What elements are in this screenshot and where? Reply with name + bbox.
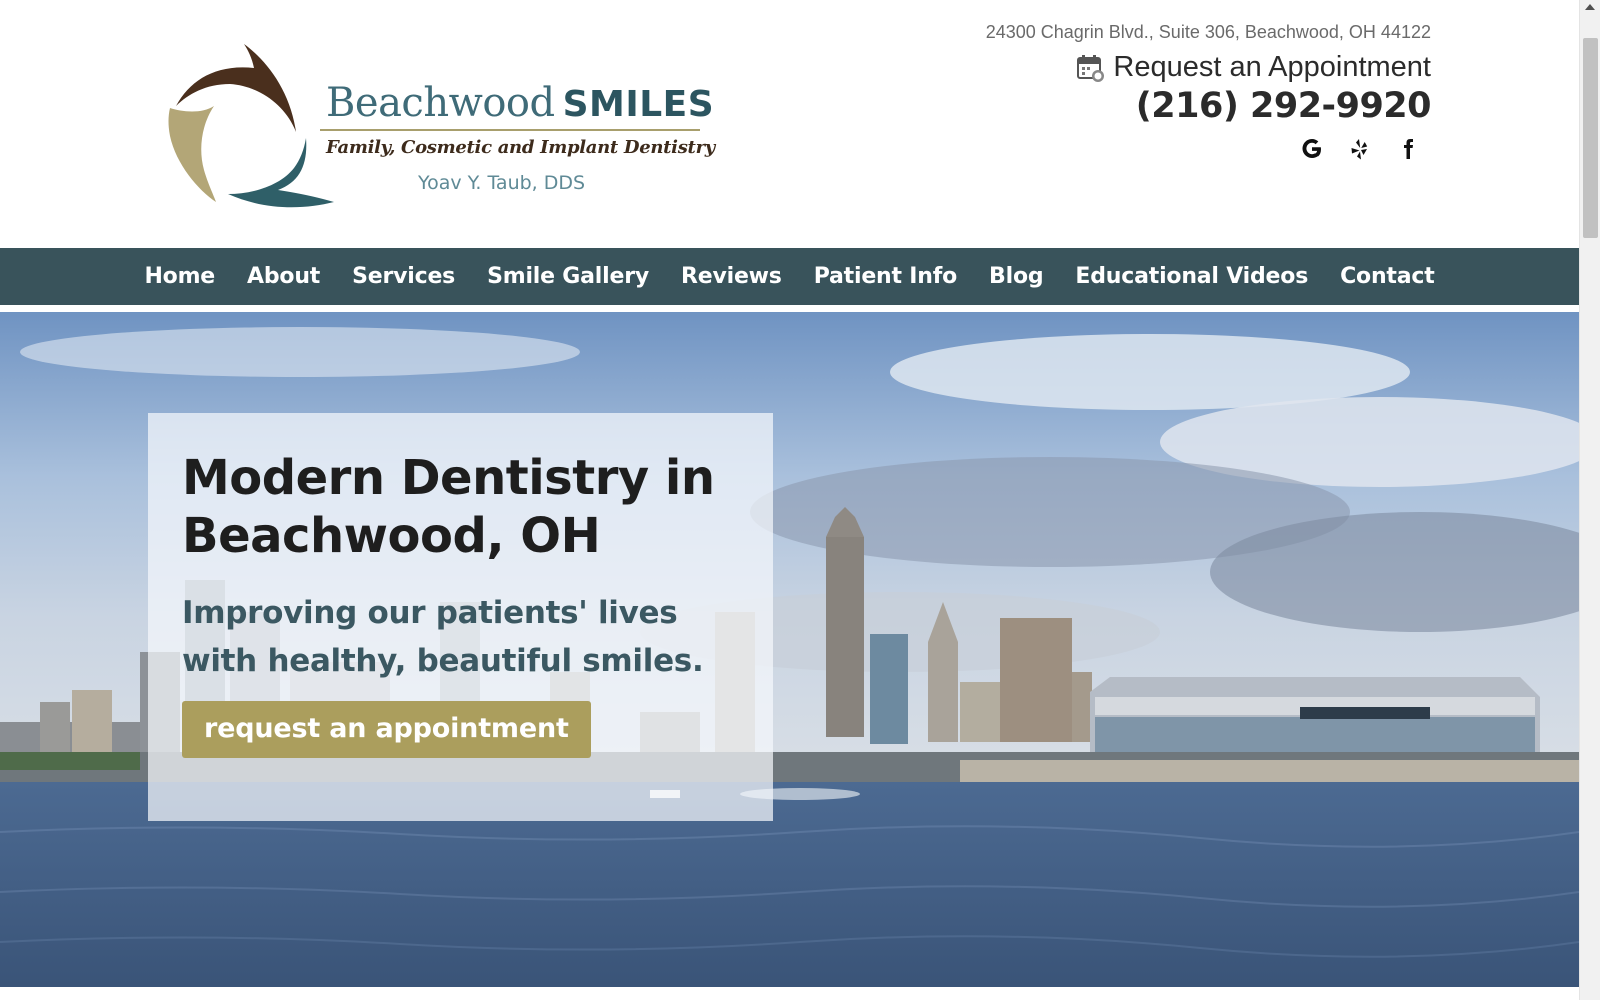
- header-contact: 24300 Chagrin Blvd., Suite 306, Beachwoo…: [985, 22, 1432, 162]
- logo[interactable]: Beachwood SMILES Family, Cosmetic and Imp…: [168, 40, 715, 210]
- scrollbar-thumb[interactable]: [1583, 38, 1598, 238]
- brand-name: Beachwood SMILES: [326, 80, 714, 126]
- site-header: Beachwood SMILES Family, Cosmetic and Imp…: [0, 0, 1579, 248]
- request-appointment-link[interactable]: Request an Appointment: [986, 51, 1431, 84]
- nav-item-about[interactable]: About: [231, 264, 336, 289]
- nav-item-educational-videos[interactable]: Educational Videos: [1059, 264, 1324, 289]
- request-appointment-button[interactable]: request an appointment: [182, 701, 591, 758]
- hero-title: Modern Dentistry in Beachwood, OH: [182, 450, 715, 564]
- main-nav: Home About Services Smile Gallery Review…: [0, 248, 1579, 305]
- doctor-name: Yoav Y. Taub, DDS: [418, 172, 586, 194]
- social-links: [986, 136, 1431, 162]
- calendar-icon: [1077, 54, 1105, 82]
- nav-item-contact[interactable]: Contact: [1324, 264, 1450, 289]
- brand-divider: [320, 129, 700, 131]
- nav-item-smile-gallery[interactable]: Smile Gallery: [471, 264, 665, 289]
- nav-item-home[interactable]: Home: [128, 264, 231, 289]
- brand-tagline: Family, Cosmetic and Implant Dentistry: [326, 137, 715, 158]
- hero-banner: Modern Dentistry in Beachwood, OH Improv…: [0, 312, 1579, 987]
- nav-item-patient-info[interactable]: Patient Info: [798, 264, 973, 289]
- logo-mark-icon: [168, 44, 334, 208]
- hero-subtitle: Improving our patients' lives with healt…: [182, 595, 704, 679]
- nav-item-reviews[interactable]: Reviews: [665, 264, 798, 289]
- nav-item-blog[interactable]: Blog: [973, 264, 1059, 289]
- scroll-up-arrow-icon[interactable]: [1585, 4, 1595, 10]
- phone-number[interactable]: (216) 292-9920: [986, 86, 1432, 126]
- request-appointment-label: Request an Appointment: [1113, 51, 1431, 83]
- facebook-icon[interactable]: [1395, 136, 1421, 162]
- office-address: 24300 Chagrin Blvd., Suite 306, Beachwoo…: [985, 22, 1431, 42]
- nav-item-services[interactable]: Services: [336, 264, 471, 289]
- page: Beachwood SMILES Family, Cosmetic and Imp…: [0, 0, 1579, 1000]
- google-icon[interactable]: [1299, 136, 1325, 162]
- yelp-icon[interactable]: [1347, 136, 1373, 162]
- page-scrollbar[interactable]: [1579, 0, 1600, 1000]
- brand-name-bold: SMILES: [562, 84, 715, 125]
- brand-name-serif: Beachwood: [326, 80, 555, 126]
- hero-card: Modern Dentistry in Beachwood, OH Improv…: [148, 413, 773, 821]
